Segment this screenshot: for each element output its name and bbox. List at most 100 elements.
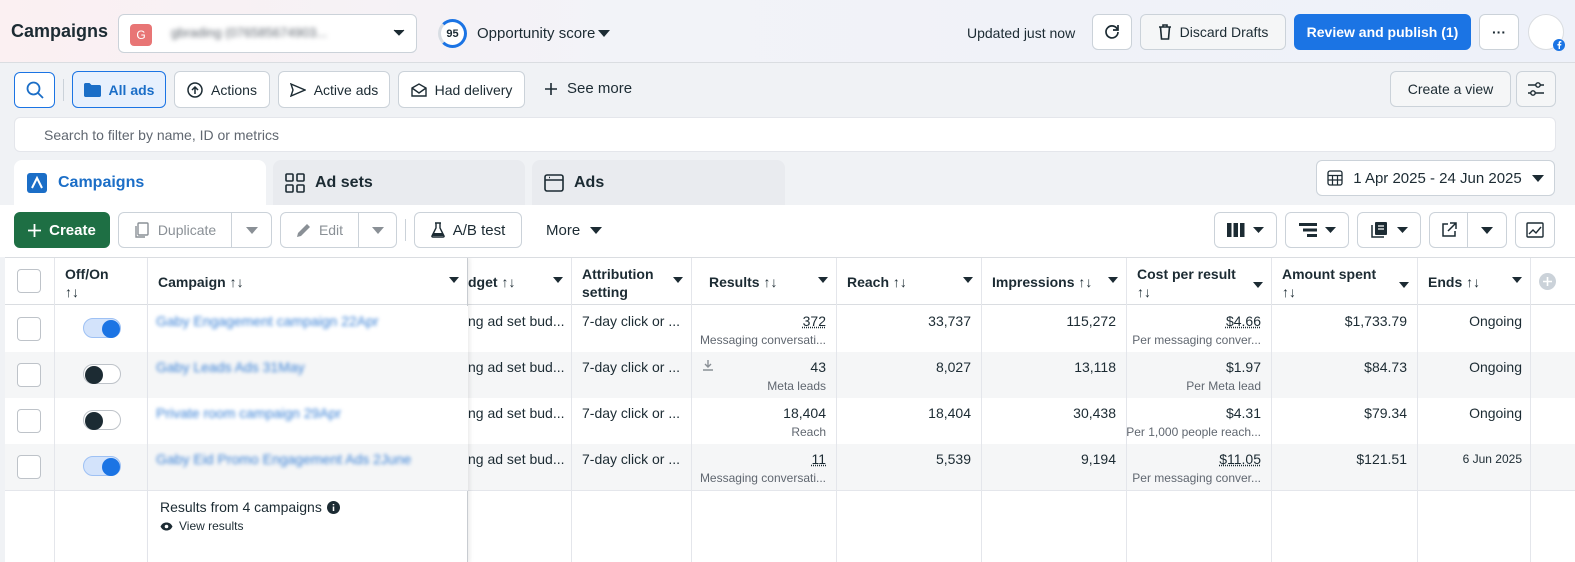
tab-ads[interactable]: Ads — [532, 160, 785, 206]
reports-button[interactable] — [1357, 212, 1421, 248]
filter-had-delivery[interactable]: Had delivery — [398, 71, 525, 108]
discard-drafts-button[interactable]: Discard Drafts — [1140, 14, 1286, 50]
row-checkbox[interactable] — [17, 363, 41, 387]
impressions-cell: 115,272 — [1066, 313, 1116, 329]
results-header-label: Results ↑↓ — [709, 274, 778, 290]
export-dropdown[interactable] — [1467, 212, 1507, 248]
filter-all-ads[interactable]: All ads — [72, 71, 166, 108]
filter-actions-label: Actions — [211, 81, 257, 98]
caret-down-icon — [371, 226, 384, 234]
caret-down-icon[interactable] — [553, 277, 563, 283]
budget-cell: ng ad set bud... — [468, 313, 565, 329]
column-header[interactable]: Off/On ↑↓ — [55, 258, 147, 305]
view-results-label: View results — [179, 519, 244, 533]
campaign-name-column: Campaign ↑↓ Gaby Engagement campaign 22A… — [148, 258, 468, 562]
customize-filters-button[interactable] — [1516, 71, 1556, 107]
create-button[interactable]: Create — [14, 212, 110, 248]
duplicate-button[interactable]: Duplicate — [118, 212, 232, 248]
add-column-icon[interactable] — [1539, 273, 1556, 290]
campaign-toggle[interactable] — [83, 318, 121, 338]
search-input[interactable]: Search to filter by name, ID or metrics — [14, 117, 1556, 152]
caret-down-icon[interactable] — [963, 277, 973, 283]
column-header[interactable]: Reach ↑↓ — [837, 258, 981, 305]
results-value: 43 — [810, 359, 826, 375]
row-checkbox[interactable] — [17, 317, 41, 341]
caret-down-icon[interactable] — [1108, 277, 1118, 283]
opportunity-score-badge[interactable]: 95 — [438, 19, 467, 48]
results-column: Results ↑↓ 372 Messaging conversati... 4… — [692, 258, 837, 562]
column-header[interactable]: Results ↑↓ — [692, 258, 836, 305]
caret-down-icon[interactable] — [673, 277, 683, 283]
cpr-value: $1.97 — [1225, 359, 1261, 375]
info-icon[interactable] — [326, 500, 340, 514]
edit-button[interactable]: Edit — [280, 212, 359, 248]
breakdown-button[interactable] — [1285, 212, 1349, 248]
cpr-type: Per messaging conver... — [1132, 333, 1261, 347]
plus-icon — [28, 223, 42, 237]
filter-all-ads-label: All ads — [108, 81, 155, 98]
campaign-toggle[interactable] — [83, 456, 121, 476]
select-all-checkbox[interactable] — [17, 269, 41, 293]
column-header[interactable]: Attribution setting — [572, 258, 691, 305]
external-link-icon — [1441, 222, 1457, 238]
see-more-button[interactable]: See more — [544, 80, 632, 97]
charts-button[interactable] — [1515, 212, 1555, 248]
caret-down-icon[interactable] — [1253, 282, 1263, 288]
caret-down-icon — [590, 227, 603, 234]
campaign-toggle[interactable] — [83, 364, 121, 384]
chevron-down-icon[interactable] — [598, 30, 610, 37]
caret-down-icon[interactable] — [1399, 282, 1409, 288]
flask-icon — [430, 222, 445, 238]
results-value[interactable]: 372 — [803, 313, 826, 329]
cpr-value[interactable]: $11.05 — [1219, 451, 1261, 467]
more-options-button[interactable]: ··· — [1479, 14, 1519, 50]
caret-down-icon[interactable] — [818, 277, 828, 283]
amount-cell: $1,733.79 — [1344, 313, 1407, 329]
window-icon — [544, 174, 564, 192]
caret-down-icon[interactable] — [449, 277, 459, 283]
attribution-column: Attribution setting 7-day click or ... 7-… — [572, 258, 692, 562]
create-view-button[interactable]: Create a view — [1390, 71, 1511, 107]
row-checkbox[interactable] — [17, 409, 41, 433]
review-publish-button[interactable]: Review and publish (1) — [1294, 14, 1471, 50]
edit-dropdown[interactable] — [358, 212, 397, 248]
view-results-link[interactable]: View results — [160, 519, 243, 533]
cpr-value[interactable]: $4.66 — [1226, 313, 1261, 329]
cpr-type: Per 1,000 people reach... — [1126, 425, 1261, 439]
more-menu-button[interactable]: More — [546, 222, 603, 239]
campaign-name-link[interactable]: Gaby Eid Promo Engagement Ads 2June — [156, 451, 411, 467]
download-icon[interactable] — [702, 360, 714, 372]
export-button[interactable] — [1429, 212, 1468, 248]
filter-actions[interactable]: Actions — [174, 71, 270, 108]
opportunity-score-label[interactable]: Opportunity score — [477, 25, 595, 42]
filter-active-ads[interactable]: Active ads — [278, 71, 390, 108]
column-header[interactable]: Amount spent ↑↓ — [1272, 258, 1417, 305]
chevron-down-icon — [393, 29, 405, 37]
tab-ad-sets[interactable]: Ad sets — [273, 160, 525, 206]
refresh-button[interactable] — [1092, 14, 1132, 50]
search-button[interactable] — [14, 72, 55, 108]
column-header[interactable]: Ends ↑↓ — [1418, 258, 1530, 305]
campaign-name-link[interactable]: Private room campaign 29Apr — [156, 405, 341, 421]
campaign-name-link[interactable]: Gaby Leads Ads 31May — [156, 359, 305, 375]
caret-down-icon[interactable] — [1512, 277, 1522, 283]
column-header[interactable]: Impressions ↑↓ — [982, 258, 1126, 305]
tab-campaigns[interactable]: Campaigns — [14, 160, 266, 206]
column-header[interactable]: Campaign ↑↓ — [148, 258, 467, 305]
avatar[interactable] — [1528, 14, 1565, 51]
campaign-name-link[interactable]: Gaby Engagement campaign 22Apr — [156, 313, 379, 329]
trash-icon — [1158, 24, 1172, 40]
attribution-cell: 7-day click or ... — [582, 451, 681, 467]
date-range-picker[interactable]: 1 Apr 2025 - 24 Jun 2025 — [1316, 160, 1555, 196]
amount-cell: $79.34 — [1364, 405, 1407, 421]
columns-button[interactable] — [1214, 212, 1277, 248]
row-checkbox[interactable] — [17, 455, 41, 479]
column-header[interactable]: dget ↑↓ — [468, 258, 571, 305]
campaign-toggle[interactable] — [83, 410, 121, 430]
ab-test-button[interactable]: A/B test — [414, 212, 522, 248]
caret-down-icon — [1396, 227, 1408, 233]
column-header[interactable]: Cost per result ↑↓ — [1127, 258, 1271, 305]
duplicate-dropdown[interactable] — [231, 212, 272, 248]
account-selector[interactable]: G gbrading (076585674903... — [118, 14, 417, 53]
results-value[interactable]: 11 — [811, 451, 826, 467]
